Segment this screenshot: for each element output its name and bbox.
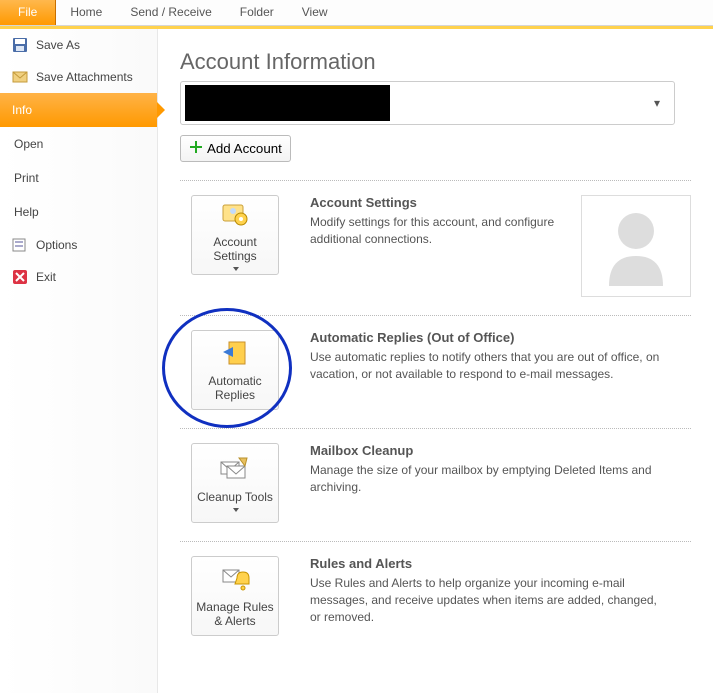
section-account-settings: Account Settings Account Settings Modify…	[180, 195, 691, 297]
account-settings-title: Account Settings	[310, 195, 561, 210]
tab-send-receive[interactable]: Send / Receive	[116, 0, 225, 25]
rules-alerts-desc: Use Rules and Alerts to help organize yo…	[310, 575, 670, 625]
account-selector[interactable]: ▾	[180, 81, 675, 125]
sidebar-exit-label: Exit	[36, 270, 56, 284]
account-settings-desc: Modify settings for this account, and co…	[310, 214, 561, 248]
section-rules-alerts: Manage Rules & Alerts Rules and Alerts U…	[180, 556, 691, 636]
divider	[180, 541, 691, 542]
divider	[180, 315, 691, 316]
rules-alerts-title: Rules and Alerts	[310, 556, 691, 571]
account-settings-button-label: Account Settings	[196, 235, 274, 264]
sidebar-options-label: Options	[36, 238, 77, 252]
divider	[180, 428, 691, 429]
cleanup-icon	[219, 454, 251, 486]
save-icon	[12, 37, 28, 53]
ribbon: File Home Send / Receive Folder View	[0, 0, 713, 26]
sidebar-help-label: Help	[14, 205, 39, 219]
account-name-redacted	[185, 85, 390, 121]
sidebar-open[interactable]: Open	[0, 127, 157, 161]
section-mailbox-cleanup: Cleanup Tools Mailbox Cleanup Manage the…	[180, 443, 691, 523]
attachment-icon	[12, 69, 28, 85]
add-account-label: Add Account	[207, 141, 282, 156]
sidebar-save-as-label: Save As	[36, 38, 80, 52]
sidebar-help[interactable]: Help	[0, 195, 157, 229]
automatic-replies-icon	[219, 338, 251, 370]
exit-icon	[12, 269, 28, 285]
chevron-down-icon	[233, 508, 239, 512]
sidebar-exit[interactable]: Exit	[0, 261, 157, 293]
manage-rules-alerts-button-label: Manage Rules & Alerts	[196, 600, 274, 629]
mailbox-cleanup-desc: Manage the size of your mailbox by empty…	[310, 462, 670, 496]
add-account-button[interactable]: Add Account	[180, 135, 291, 162]
mailbox-cleanup-title: Mailbox Cleanup	[310, 443, 691, 458]
tab-folder[interactable]: Folder	[226, 0, 288, 25]
automatic-replies-title: Automatic Replies (Out of Office)	[310, 330, 691, 345]
account-avatar	[581, 195, 691, 297]
divider	[180, 180, 691, 181]
sidebar-open-label: Open	[14, 137, 43, 151]
sidebar-options[interactable]: Options	[0, 229, 157, 261]
sidebar-print[interactable]: Print	[0, 161, 157, 195]
tab-home[interactable]: Home	[56, 0, 116, 25]
sidebar-print-label: Print	[14, 171, 39, 185]
automatic-replies-button-label: Automatic Replies	[196, 374, 274, 403]
rules-alerts-icon	[219, 564, 251, 596]
account-settings-button[interactable]: Account Settings	[191, 195, 279, 275]
sidebar-info[interactable]: Info	[0, 93, 157, 127]
sidebar-info-label: Info	[12, 103, 32, 117]
options-icon	[12, 237, 28, 253]
plus-icon	[189, 140, 203, 157]
automatic-replies-button[interactable]: Automatic Replies	[191, 330, 279, 410]
backstage-sidebar: Save As Save Attachments Info Open Print…	[0, 29, 158, 693]
tab-view[interactable]: View	[288, 0, 342, 25]
page-title: Account Information	[180, 49, 691, 75]
account-settings-icon	[219, 199, 251, 231]
automatic-replies-desc: Use automatic replies to notify others t…	[310, 349, 670, 383]
chevron-down-icon: ▾	[640, 96, 674, 110]
tab-file[interactable]: File	[0, 0, 56, 25]
sidebar-save-as[interactable]: Save As	[0, 29, 157, 61]
backstage-main: Account Information ▾ Add Account Accoun…	[158, 29, 713, 693]
cleanup-tools-button-label: Cleanup Tools	[197, 490, 273, 504]
manage-rules-alerts-button[interactable]: Manage Rules & Alerts	[191, 556, 279, 636]
sidebar-save-attachments-label: Save Attachments	[36, 70, 133, 84]
chevron-down-icon	[233, 267, 239, 271]
sidebar-save-attachments[interactable]: Save Attachments	[0, 61, 157, 93]
cleanup-tools-button[interactable]: Cleanup Tools	[191, 443, 279, 523]
section-automatic-replies: Automatic Replies Automatic Replies (Out…	[180, 330, 691, 410]
